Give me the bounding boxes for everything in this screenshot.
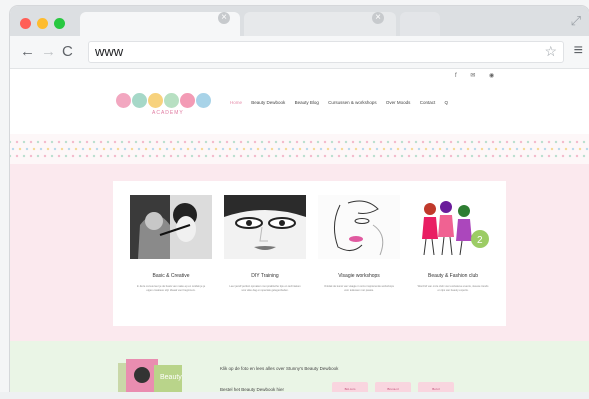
reload-icon[interactable]: C	[62, 43, 73, 60]
website-viewport: f ✉ ◉ ACADEMY Home Beauty Dewbook Beauty…	[10, 69, 589, 398]
expand-icon[interactable]: ⤢	[571, 13, 581, 29]
menu-icon[interactable]: ≡	[574, 42, 583, 60]
card-title: Basic & Creative	[152, 273, 190, 279]
tab-active[interactable]	[80, 12, 240, 36]
nav-item-beauty-dewbook[interactable]: Beauty Dewbook	[251, 100, 285, 105]
course-card-basic-creative[interactable]: Basic & Creative In deze cursus leer je …	[130, 195, 212, 293]
course-card-beauty-fashion-club[interactable]: 2 Beauty & Fashion club Word lid van onz…	[412, 195, 494, 293]
card-title: Beauty & Fashion club	[427, 273, 479, 279]
card-image[interactable]	[318, 195, 400, 259]
site-header: f ✉ ◉ ACADEMY Home Beauty Dewbook Beauty…	[10, 69, 589, 134]
minimize-window-button[interactable]	[37, 18, 48, 29]
logo[interactable]: ACADEMY	[116, 93, 212, 119]
card-description: Word lid van onze club voor exclusieve e…	[417, 285, 489, 292]
card-description: In deze cursus leer je de basis van make…	[136, 285, 206, 292]
social-icons[interactable]: f ✉ ◉	[455, 72, 500, 79]
logo-tagline: ACADEMY	[152, 110, 184, 116]
nav-item-over-moods[interactable]: Over Moods	[386, 100, 411, 105]
tab-close-icon[interactable]: ×	[372, 12, 384, 24]
star-icon[interactable]: ☆	[544, 43, 557, 60]
card-description: Ontdek de kunst van visagie in onze insp…	[324, 285, 394, 292]
toolbar: ← → C www ☆ ≡	[10, 36, 589, 69]
close-window-button[interactable]	[20, 18, 31, 29]
course-cards-panel: Basic & Creative In deze cursus leer je …	[113, 181, 506, 326]
tab-strip: × × ⤢	[10, 6, 589, 36]
address-bar[interactable]: www ☆	[88, 41, 564, 63]
card-description: Leer jezelf perfect opmaken met praktisc…	[229, 285, 301, 292]
course-card-visagie-workshops[interactable]: Visagie workshops Ontdek de kunst van vi…	[318, 195, 400, 293]
svg-text:Beauty: Beauty	[160, 374, 182, 381]
card-title: Visagie workshops	[338, 273, 380, 279]
card-image[interactable]	[130, 195, 212, 259]
nav-item-contact[interactable]: Contact	[420, 100, 436, 105]
new-tab-button[interactable]	[400, 12, 440, 36]
card-image[interactable]	[224, 195, 306, 259]
nav-item-beauty-blog[interactable]: Beauty Blog	[295, 100, 319, 105]
maximize-window-button[interactable]	[54, 18, 65, 29]
polka-dot-band	[10, 134, 589, 164]
promo-text: Klik op de foto en lees alles over Stunn…	[220, 366, 339, 371]
address-text[interactable]: www	[95, 44, 123, 59]
nav-item-cursussen[interactable]: Cursussen & workshops	[328, 100, 377, 105]
tab-close-icon[interactable]: ×	[218, 12, 230, 24]
forward-arrow-icon[interactable]: →	[41, 43, 56, 60]
card-image[interactable]: 2	[412, 195, 494, 259]
nav-search-icon[interactable]: Q	[444, 100, 448, 105]
nav-item-home[interactable]: Home	[230, 100, 242, 105]
page-bottom-edge	[0, 392, 589, 399]
main-nav: Home Beauty Dewbook Beauty Blog Cursusse…	[230, 100, 456, 105]
card-title: DIY Training	[251, 273, 279, 279]
course-card-diy-training[interactable]: DIY Training Leer jezelf perfect opmaken…	[224, 195, 306, 293]
svg-text:2: 2	[477, 235, 483, 246]
back-arrow-icon[interactable]: ←	[20, 43, 35, 60]
browser-window: × × ⤢ ← → C www ☆ ≡ f ✉ ◉ ACADEMY Home B…	[10, 6, 589, 398]
